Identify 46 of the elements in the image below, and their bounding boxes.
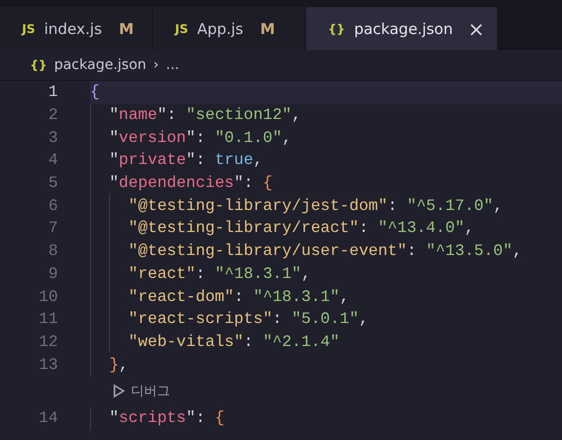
code-line: "@testing-library/jest-dom": "^5.17.0", bbox=[128, 196, 503, 215]
code-line: "version": "0.1.0", bbox=[109, 128, 292, 147]
close-icon[interactable]: × bbox=[468, 16, 485, 40]
breadcrumb-item[interactable]: package.json bbox=[54, 57, 146, 73]
code-line: { bbox=[90, 83, 100, 102]
code-line: "scripts": { bbox=[109, 409, 224, 428]
line-number: 8 bbox=[47, 242, 58, 260]
json-file-icon: {} bbox=[30, 58, 48, 72]
line-number: 10 bbox=[38, 288, 58, 306]
tab-label: App.js bbox=[197, 20, 244, 38]
code-line: "@testing-library/user-event": "^13.5.0", bbox=[128, 242, 522, 260]
breadcrumb-item[interactable]: ... bbox=[166, 57, 180, 73]
line-number: 9 bbox=[47, 264, 58, 283]
code-line: "react-dom": "^18.3.1", bbox=[128, 288, 350, 306]
code-line: "private": true, bbox=[109, 151, 263, 170]
code-line: "name": "section12", bbox=[109, 106, 302, 124]
code-line: "web-vitals": "^2.1.4" bbox=[128, 332, 340, 351]
debug-codelens[interactable]: 디버그 bbox=[131, 382, 170, 400]
line-number: 3 bbox=[47, 128, 58, 147]
line-number: 12 bbox=[38, 332, 58, 351]
play-icon[interactable] bbox=[113, 384, 126, 398]
modified-label: M bbox=[118, 20, 134, 38]
file-type-icon: JS bbox=[175, 22, 188, 36]
code-line: "@testing-library/react": "^13.4.0", bbox=[128, 219, 474, 238]
file-type-icon: {} bbox=[328, 22, 346, 36]
line-number: 7 bbox=[47, 219, 58, 238]
line-number: 6 bbox=[47, 196, 58, 215]
line-number: 4 bbox=[47, 151, 58, 170]
line-number: 11 bbox=[38, 310, 58, 328]
line-number: 1 bbox=[47, 83, 58, 102]
code-line: "react-scripts": "5.0.1", bbox=[128, 310, 368, 328]
editor-tab[interactable]: JS index.js M bbox=[0, 7, 153, 50]
editor-tab[interactable]: {} package.json × bbox=[306, 7, 498, 50]
line-number: 5 bbox=[47, 174, 58, 192]
code-line: }, bbox=[109, 356, 128, 374]
editor-tab[interactable]: JS App.js M bbox=[153, 7, 306, 50]
tab-label: package.json bbox=[354, 20, 453, 38]
chevron-icon: › bbox=[153, 57, 159, 73]
code-line: "react": "^18.3.1", bbox=[128, 264, 311, 283]
modified-label: M bbox=[260, 20, 276, 38]
tab-label: index.js bbox=[44, 20, 102, 38]
line-number: 14 bbox=[38, 409, 58, 428]
line-number: 13 bbox=[38, 356, 58, 374]
line-number: 2 bbox=[47, 106, 58, 124]
code-line: "dependencies": { bbox=[109, 174, 272, 192]
file-type-icon: JS bbox=[22, 22, 36, 36]
